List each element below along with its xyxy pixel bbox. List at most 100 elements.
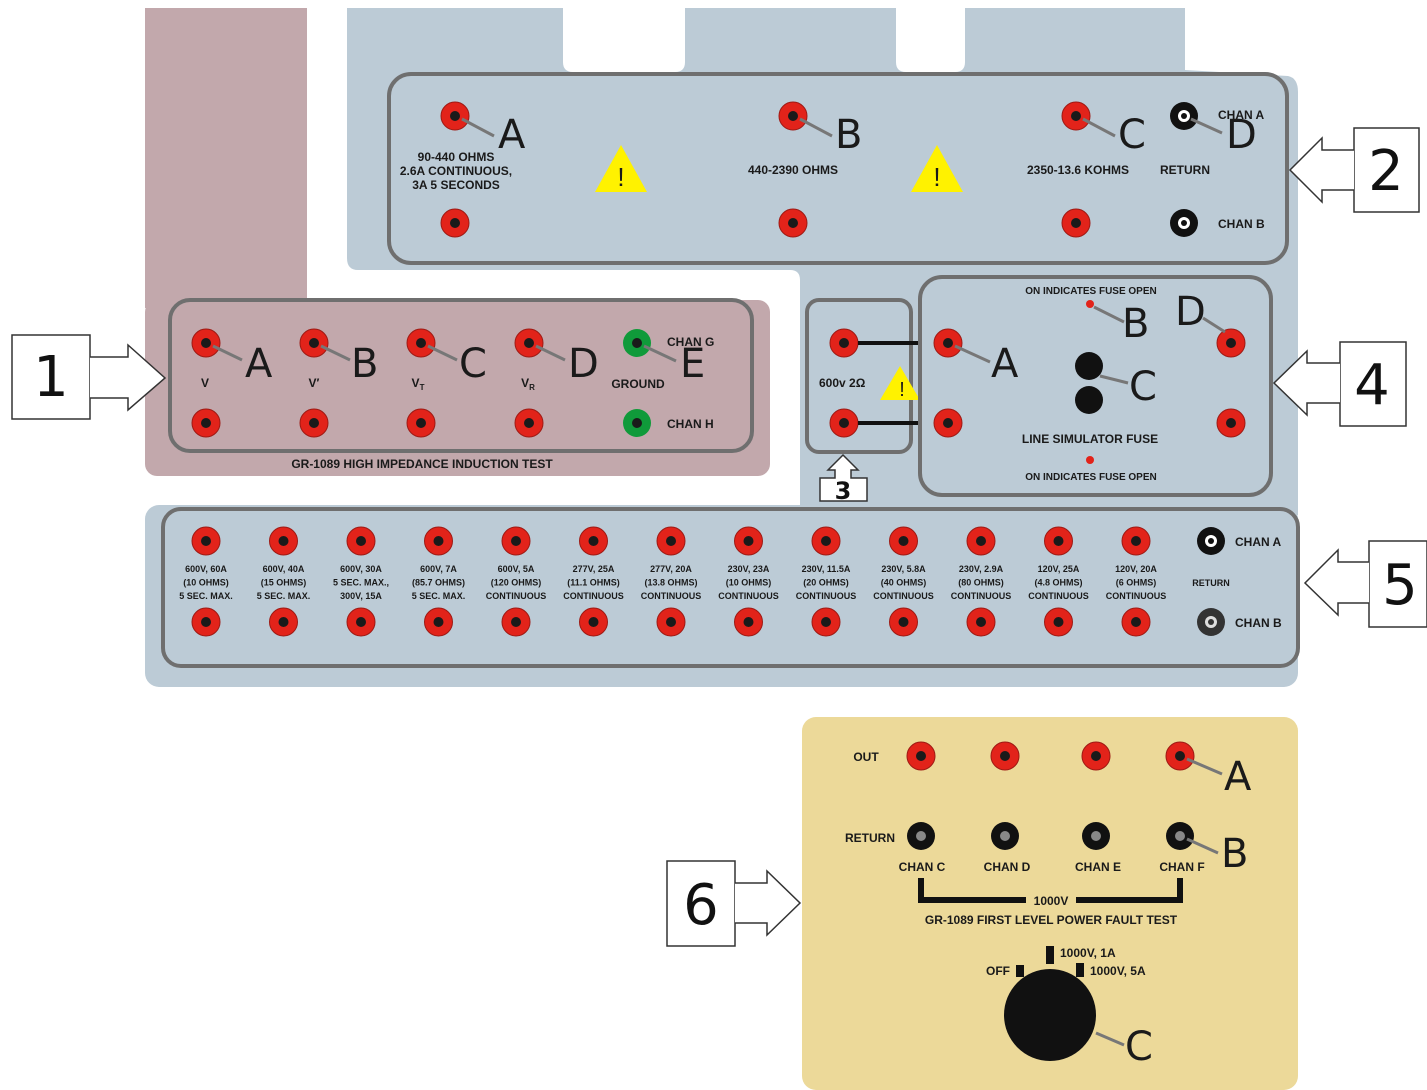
switch-off-label: OFF [986, 964, 1010, 978]
jack[interactable] [269, 526, 298, 556]
rating-label: (20 OHMS) [803, 578, 849, 588]
rating-label: (11.1 OHMS) [567, 578, 620, 588]
jack[interactable] [933, 408, 963, 438]
callout-number: 6 [683, 873, 719, 938]
rating-label: 277V, 25A [573, 564, 615, 574]
jack-black[interactable] [1197, 527, 1225, 555]
switch-tick [1046, 946, 1054, 964]
jack[interactable] [1081, 741, 1111, 771]
jack[interactable] [514, 328, 544, 358]
jack-black[interactable] [991, 822, 1019, 850]
return-label: RETURN [1160, 163, 1210, 177]
jack[interactable] [1061, 208, 1091, 238]
jack-black[interactable] [1082, 822, 1110, 850]
svg-text:!: ! [617, 162, 624, 192]
jack[interactable] [501, 607, 531, 637]
jack[interactable] [1121, 526, 1151, 556]
jack[interactable] [829, 408, 859, 438]
probe-letter: B [1122, 301, 1149, 347]
panel-1-title: GR-1089 HIGH IMPEDANCE INDUCTION TEST [291, 457, 553, 471]
jack[interactable] [299, 328, 329, 358]
jack[interactable] [1216, 328, 1246, 358]
jack[interactable] [906, 741, 936, 771]
jack[interactable] [811, 607, 841, 637]
jack[interactable] [579, 607, 608, 637]
rating-label: CONTINUOUS [1106, 591, 1167, 601]
jack-black[interactable] [1166, 822, 1194, 850]
jack[interactable] [1044, 607, 1073, 637]
jack[interactable] [1061, 101, 1091, 131]
svg-text:!: ! [899, 379, 905, 401]
jack[interactable] [1121, 607, 1151, 637]
jack[interactable] [299, 408, 329, 438]
jack[interactable] [191, 328, 221, 358]
jack-black[interactable] [1170, 102, 1198, 130]
jack[interactable] [778, 101, 808, 131]
probe-letter: B [351, 341, 378, 387]
front-panel-diagram: A B C D 90-440 OHMS 2.6A CONTINUOUS, 3A … [11, 8, 1427, 1090]
line-simulator-fuse-label: LINE SIMULATOR FUSE [1022, 432, 1158, 446]
jack-black[interactable] [907, 822, 935, 850]
range-selector-knob[interactable] [1004, 969, 1096, 1061]
jack-black[interactable] [1170, 209, 1198, 237]
rating-label: 600V, 60A [185, 564, 227, 574]
jack[interactable] [406, 408, 436, 438]
fuse-holder[interactable] [1075, 352, 1103, 380]
jack[interactable] [966, 607, 996, 637]
jack[interactable] [346, 526, 376, 556]
rating-label: CONTINUOUS [718, 591, 779, 601]
jack[interactable] [966, 526, 996, 556]
jack[interactable] [889, 607, 918, 637]
rating-label: (6 OHMS) [1116, 578, 1157, 588]
jack[interactable] [191, 526, 221, 556]
jack[interactable] [191, 408, 221, 438]
jack-green[interactable] [623, 329, 651, 357]
jack[interactable] [778, 208, 808, 238]
jack[interactable] [656, 607, 686, 637]
range-b-label: 440-2390 OHMS [748, 163, 838, 177]
probe-letter: D [568, 341, 599, 387]
jack-green[interactable] [623, 409, 651, 437]
jack[interactable] [734, 526, 763, 556]
jack[interactable] [734, 607, 763, 637]
jack[interactable] [440, 101, 470, 131]
fuse-holder[interactable] [1075, 386, 1103, 414]
rating-label: 600V, 5A [498, 564, 535, 574]
jack[interactable] [501, 526, 531, 556]
callout-number: 3 [835, 477, 852, 505]
jack[interactable] [424, 607, 453, 637]
rating-label: 600V, 7A [420, 564, 457, 574]
chan-b-label: CHAN B [1235, 616, 1282, 630]
probe-letter: A [1224, 754, 1252, 800]
jack[interactable] [191, 607, 221, 637]
jack[interactable] [406, 328, 436, 358]
jack[interactable] [889, 526, 918, 556]
jack[interactable] [1216, 408, 1246, 438]
rating-label: 230V, 23A [728, 564, 770, 574]
jack[interactable] [579, 526, 608, 556]
range-c-label: 2350-13.6 KOHMS [1027, 163, 1129, 177]
jack[interactable] [346, 607, 376, 637]
jack[interactable] [811, 526, 841, 556]
jack-black[interactable] [1197, 608, 1225, 636]
svg-text:!: ! [933, 162, 940, 192]
jack-label-v-prime: V′ [309, 376, 320, 390]
fuse-indicator-led [1086, 300, 1094, 308]
jack[interactable] [829, 328, 859, 358]
rating-label: (120 OHMS) [491, 578, 542, 588]
panel-3-label: 600v 2Ω [819, 376, 866, 390]
jack[interactable] [1044, 526, 1073, 556]
jack[interactable] [990, 741, 1020, 771]
jack[interactable] [269, 607, 298, 637]
jack[interactable] [424, 526, 453, 556]
jack[interactable] [656, 526, 686, 556]
rating-label: CONTINUOUS [563, 591, 624, 601]
rating-label: 230V, 11.5A [802, 564, 851, 574]
jack[interactable] [440, 208, 470, 238]
rating-label: 5 SEC. MAX., [333, 578, 389, 588]
jack[interactable] [514, 408, 544, 438]
jack[interactable] [1165, 741, 1195, 771]
callout-number: 2 [1368, 139, 1404, 204]
probe-letter: A [498, 112, 526, 158]
jack[interactable] [933, 328, 963, 358]
